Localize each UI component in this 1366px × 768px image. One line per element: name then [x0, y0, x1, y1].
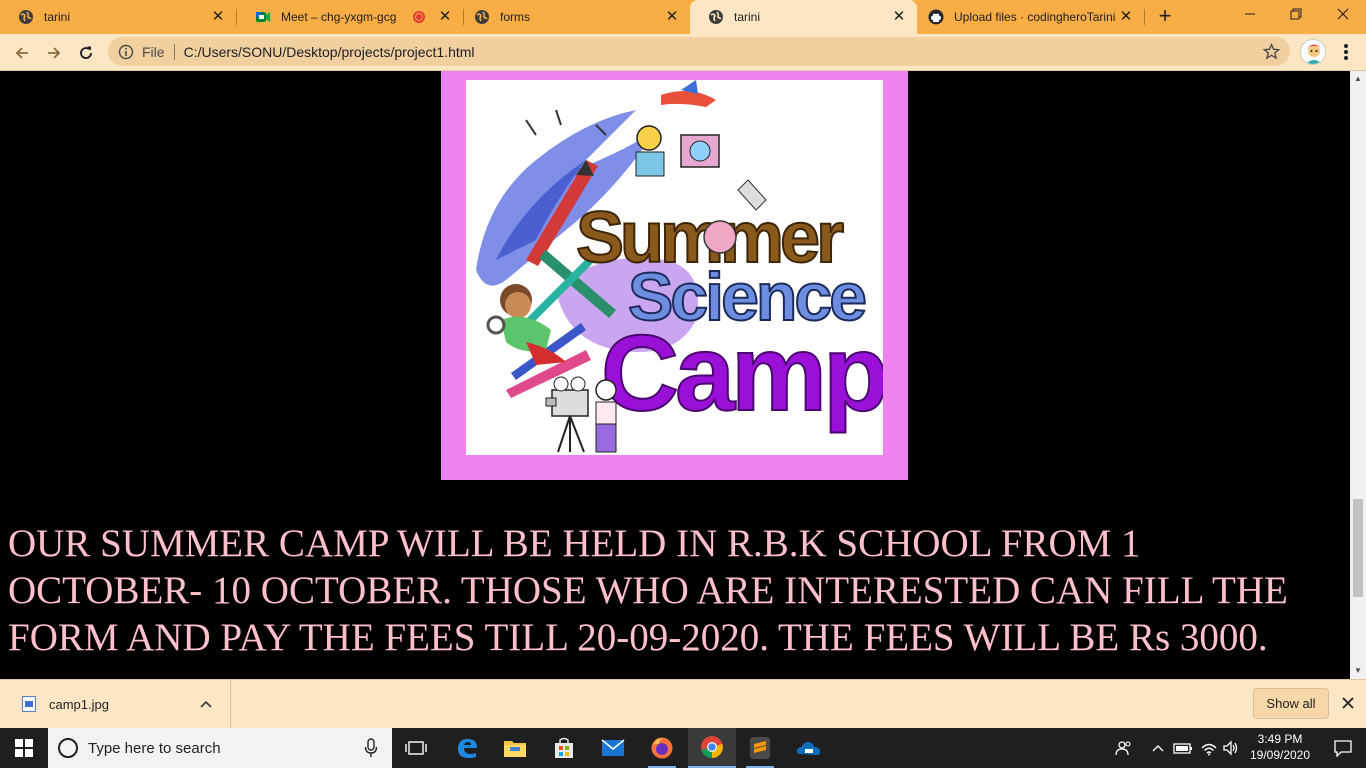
search-placeholder: Type here to search: [88, 739, 221, 757]
microphone-icon[interactable]: [364, 738, 378, 758]
clock-date: 19/09/2020: [1249, 748, 1311, 762]
store-icon[interactable]: [540, 728, 588, 768]
download-shelf: camp1.jpg Show all: [0, 679, 1366, 728]
sublime-text-icon[interactable]: [736, 728, 784, 768]
tab-title: tarini: [734, 10, 761, 24]
windows-taskbar: Type here to search 3:49 PM 19/09/2020: [0, 728, 1366, 768]
restore-button[interactable]: [1273, 0, 1319, 34]
address-separator: [173, 43, 175, 60]
show-hidden-icons-chevron-icon[interactable]: [1148, 728, 1168, 768]
page-viewport: Summer Science Camp OUR SUMMER CAMP WILL…: [0, 71, 1350, 679]
tab-title: Meet – chg-yxgm-gcg: [281, 10, 397, 24]
new-tab-button[interactable]: +: [1154, 5, 1176, 28]
task-view-icon[interactable]: [392, 728, 440, 768]
show-all-downloads-button[interactable]: Show all: [1253, 688, 1329, 719]
mail-icon[interactable]: [589, 728, 637, 768]
forward-button[interactable]: [41, 40, 67, 66]
browser-menu-button[interactable]: [1336, 42, 1356, 62]
close-window-button[interactable]: [1320, 0, 1366, 34]
svg-text:Camp: Camp: [601, 312, 883, 433]
close-download-shelf-icon[interactable]: [1338, 694, 1358, 714]
tab-google-meet[interactable]: Meet – chg-yxgm-gcg ✕: [237, 0, 463, 34]
battery-icon[interactable]: [1172, 728, 1194, 768]
arrow-left-icon: [15, 47, 28, 59]
address-scheme-label: File: [142, 43, 165, 60]
taskbar-clock[interactable]: 3:49 PM 19/09/2020: [1244, 731, 1316, 765]
tab-title: tarini: [44, 10, 71, 24]
tab-github-upload[interactable]: Upload files · codingheroTarini ✕: [910, 0, 1144, 34]
chevron-up-icon[interactable]: [198, 697, 214, 711]
camp-announcement: OUR SUMMER CAMP WILL BE HELD IN R.B.K SC…: [8, 522, 1288, 659]
action-center-icon[interactable]: [1320, 728, 1366, 768]
tab-close-icon[interactable]: ✕: [1118, 9, 1134, 25]
download-file-name: camp1.jpg: [49, 696, 109, 712]
bookmark-star-icon[interactable]: [1263, 43, 1280, 60]
tab-close-icon[interactable]: ✕: [210, 9, 226, 25]
volume-icon[interactable]: [1220, 728, 1242, 768]
address-url[interactable]: C:/Users/SONU/Desktop/projects/project1.…: [184, 44, 475, 60]
profile-avatar[interactable]: [1300, 39, 1326, 65]
firefox-icon[interactable]: [638, 728, 686, 768]
tab-tarini-1[interactable]: tarini ✕: [0, 0, 236, 34]
tab-tarini-active[interactable]: tarini ✕: [690, 0, 917, 34]
browser-tab-strip: tarini ✕ Meet – chg-yxgm-gcg ✕ forms ✕ t…: [0, 0, 1366, 34]
people-icon[interactable]: [1112, 728, 1136, 768]
edge-icon[interactable]: [443, 728, 491, 768]
github-icon: [928, 9, 944, 25]
poster-frame: Summer Science Camp: [441, 71, 908, 480]
reload-button[interactable]: [73, 40, 99, 66]
summer-science-camp-poster-image: Summer Science Camp: [466, 80, 883, 455]
google-meet-icon: [255, 9, 271, 25]
onedrive-icon[interactable]: [785, 728, 833, 768]
tab-close-icon[interactable]: ✕: [891, 9, 907, 25]
file-explorer-icon[interactable]: [491, 728, 539, 768]
poster-illustration: Summer Science Camp: [476, 80, 883, 453]
start-button[interactable]: [0, 728, 48, 768]
globe-icon: [474, 9, 490, 25]
browser-toolbar: File C:/Users/SONU/Desktop/projects/proj…: [0, 34, 1366, 71]
arrow-right-icon: [48, 47, 61, 59]
reload-icon: [80, 46, 92, 59]
scroll-up-arrow-icon[interactable]: ▲: [1350, 71, 1366, 87]
image-file-icon: [22, 696, 36, 712]
globe-icon: [18, 9, 34, 25]
tab-close-icon[interactable]: ✕: [437, 9, 453, 25]
taskbar-search-box[interactable]: Type here to search: [48, 728, 392, 768]
page-scrollbar[interactable]: ▲ ▼: [1350, 71, 1366, 679]
wifi-icon[interactable]: [1198, 728, 1220, 768]
scrollbar-thumb[interactable]: [1353, 499, 1363, 597]
cortana-icon: [58, 738, 78, 758]
tab-divider: [1144, 9, 1145, 25]
back-button[interactable]: [9, 40, 35, 66]
recording-indicator-icon: [413, 11, 425, 23]
minimize-button[interactable]: [1227, 0, 1273, 34]
tab-close-icon[interactable]: ✕: [664, 9, 680, 25]
tab-title: forms: [500, 10, 530, 24]
windows-logo-icon: [15, 739, 33, 757]
globe-icon: [708, 9, 724, 25]
info-icon[interactable]: [118, 44, 134, 60]
scroll-down-arrow-icon[interactable]: ▼: [1350, 663, 1366, 679]
clock-time: 3:49 PM: [1257, 732, 1303, 746]
download-item[interactable]: camp1.jpg: [0, 680, 231, 728]
address-bar[interactable]: File C:/Users/SONU/Desktop/projects/proj…: [108, 37, 1290, 66]
chrome-icon[interactable]: [688, 728, 736, 768]
tab-title: Upload files · codingheroTarini: [954, 10, 1116, 24]
tab-forms[interactable]: forms ✕: [456, 0, 690, 34]
